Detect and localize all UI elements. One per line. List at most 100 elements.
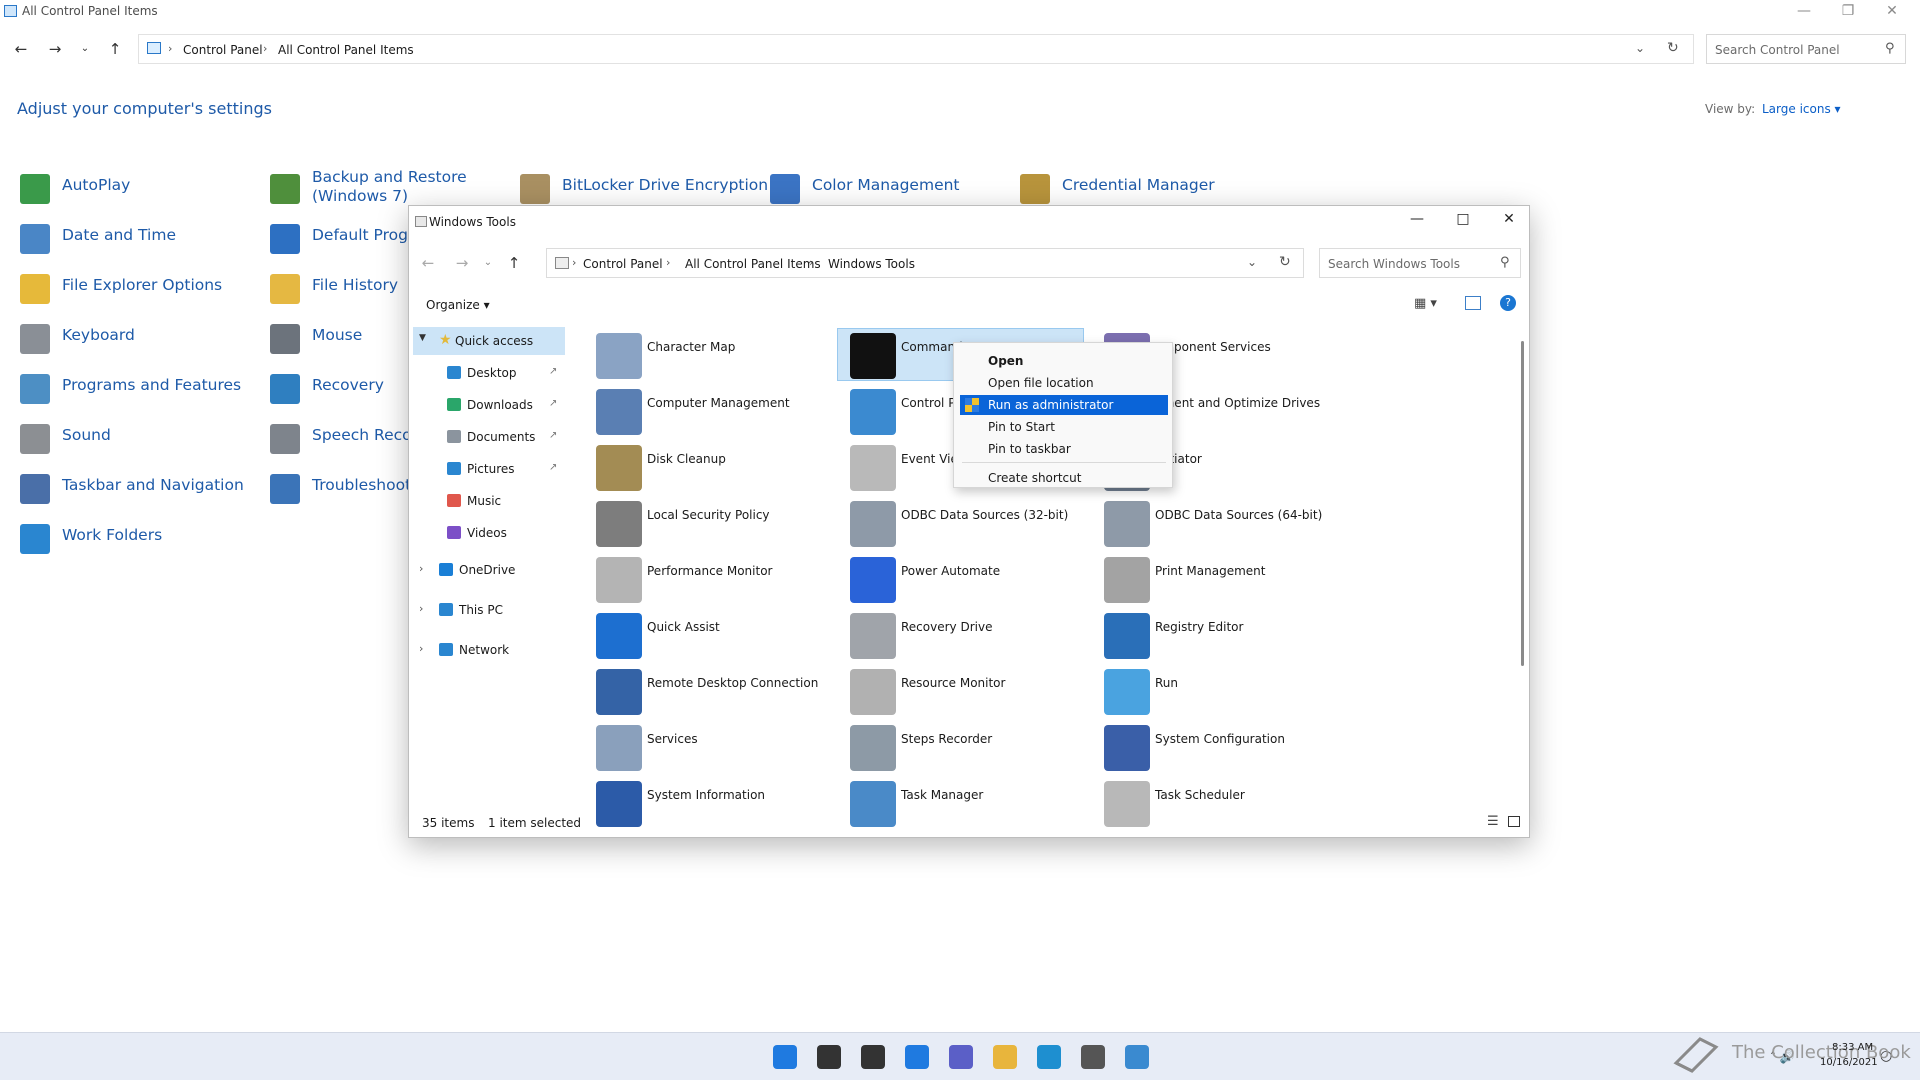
chat-icon[interactable] <box>949 1045 973 1069</box>
nav-item-onedrive[interactable]: › OneDrive <box>409 556 565 584</box>
start-icon[interactable] <box>773 1045 797 1069</box>
back-arrow-icon[interactable]: ← <box>413 248 443 278</box>
music-icon <box>447 494 461 507</box>
refresh-icon[interactable]: ↻ <box>1279 254 1291 270</box>
tool-item[interactable]: Registry Editor <box>1102 610 1352 662</box>
security-policy-icon <box>596 501 642 547</box>
tool-item[interactable]: Performance Monitor <box>594 554 844 606</box>
nav-item-pictures[interactable]: Pictures ↗ <box>409 455 565 483</box>
recent-locations-chevron-icon[interactable]: ⌄ <box>70 34 100 64</box>
widgets-icon[interactable] <box>905 1045 929 1069</box>
nav-item-documents[interactable]: Documents ↗ <box>409 423 565 451</box>
tool-item[interactable]: Print Management <box>1102 554 1352 606</box>
task-view-icon[interactable] <box>861 1045 885 1069</box>
view-by-dropdown[interactable]: Large icons ▾ <box>1762 102 1841 116</box>
tool-item[interactable]: ODBC Data Sources (32-bit) <box>848 498 1098 550</box>
menu-item-run-as-administrator[interactable]: Run as administrator <box>960 395 1168 415</box>
store-icon[interactable] <box>1081 1045 1105 1069</box>
file-explorer-icon[interactable] <box>993 1045 1017 1069</box>
search-icon[interactable]: ⚲ <box>1885 41 1895 56</box>
minimize-button[interactable]: — <box>1397 208 1437 232</box>
tool-label: ODBC Data Sources (64-bit) <box>1155 508 1323 522</box>
vertical-scrollbar[interactable] <box>1521 341 1524 666</box>
search-icon[interactable] <box>817 1045 841 1069</box>
forward-arrow-icon[interactable]: → <box>40 34 70 64</box>
help-icon[interactable]: ? <box>1500 295 1516 311</box>
tool-item[interactable]: Quick Assist <box>594 610 844 662</box>
breadcrumb-control-panel[interactable]: Control Panel <box>183 43 263 57</box>
search-control-panel-input[interactable]: Search Control Panel ⚲ <box>1706 34 1906 64</box>
menu-item-pin-to-taskbar[interactable]: Pin to taskbar <box>960 439 1168 459</box>
nav-item-this-pc[interactable]: › This PC <box>409 596 565 624</box>
control-panel-item-label: File Explorer Options <box>62 276 223 294</box>
tool-item[interactable]: Run <box>1102 666 1352 718</box>
close-button[interactable]: ✕ <box>1489 208 1529 232</box>
color-management-icon <box>770 174 800 204</box>
breadcrumb-windows-tools[interactable]: Windows Tools <box>828 257 915 271</box>
tool-item[interactable]: System Configuration <box>1102 722 1352 774</box>
tool-item[interactable]: Services <box>594 722 844 774</box>
tool-label: System Information <box>647 788 766 802</box>
command-prompt-icon <box>850 333 896 379</box>
tool-item[interactable]: Remote Desktop Connection <box>594 666 844 718</box>
menu-item-open[interactable]: Open <box>960 351 1168 371</box>
menu-item-open-file-location[interactable]: Open file location <box>960 373 1168 393</box>
tool-item[interactable]: Character Map <box>594 330 844 382</box>
up-arrow-icon[interactable]: ↑ <box>100 34 130 64</box>
control-panel-item-label: Speech Recog <box>312 426 422 444</box>
nav-label: Videos <box>467 526 507 540</box>
maximize-button[interactable]: □ <box>1443 208 1483 232</box>
menu-item-create-shortcut[interactable]: Create shortcut <box>960 468 1168 488</box>
breadcrumb-control-panel[interactable]: Control Panel <box>583 257 663 271</box>
folder-options-icon <box>20 274 50 304</box>
tool-item[interactable]: Disk Cleanup <box>594 442 844 494</box>
restore-button[interactable]: ❐ <box>1828 0 1868 24</box>
documents-icon <box>447 430 461 443</box>
address-bar[interactable]: › Control Panel › All Control Panel Item… <box>138 34 1694 64</box>
expand-chevron-icon[interactable]: › <box>419 562 423 575</box>
quick-assist-icon <box>596 613 642 659</box>
search-icon[interactable]: ⚲ <box>1500 255 1510 270</box>
details-view-icon[interactable]: ☰ <box>1487 814 1499 829</box>
tool-item[interactable]: Resource Monitor <box>848 666 1098 718</box>
organize-menu-button[interactable]: Organize ▾ <box>426 298 490 312</box>
navigation-pane: ▼ ★ Quick access Desktop ↗ Downloads ↗ Docum… <box>409 324 569 804</box>
back-arrow-icon[interactable]: ← <box>6 34 36 64</box>
nav-item-desktop[interactable]: Desktop ↗ <box>409 359 565 387</box>
nav-quick-access[interactable]: ▼ ★ Quick access <box>413 327 565 355</box>
tool-item[interactable]: Steps Recorder <box>848 722 1098 774</box>
refresh-icon[interactable]: ↻ <box>1667 40 1679 56</box>
nav-item-downloads[interactable]: Downloads ↗ <box>409 391 565 419</box>
view-options-icon[interactable]: ▦ ▾ <box>1414 296 1437 311</box>
tool-item[interactable]: Local Security Policy <box>594 498 844 550</box>
nav-item-music[interactable]: Music <box>409 487 565 515</box>
large-icons-view-icon[interactable] <box>1508 816 1520 827</box>
nav-item-network[interactable]: › Network <box>409 636 565 664</box>
expand-chevron-icon[interactable]: ▼ <box>419 333 426 343</box>
tool-item[interactable]: ODBC Data Sources (64-bit) <box>1102 498 1352 550</box>
tool-label: System Configuration <box>1155 732 1285 746</box>
programs-icon <box>20 374 50 404</box>
clock-date[interactable]: 10/16/2021 <box>1820 1057 1878 1068</box>
address-history-chevron-icon[interactable]: ⌄ <box>1247 255 1257 269</box>
menu-item-pin-to-start[interactable]: Pin to Start <box>960 417 1168 437</box>
expand-chevron-icon[interactable]: › <box>419 642 423 655</box>
up-arrow-icon[interactable]: ↑ <box>499 248 529 278</box>
status-bar: 35 items 1 item selected ☰ <box>409 808 1529 837</box>
address-history-chevron-icon[interactable]: ⌄ <box>1635 41 1645 55</box>
expand-chevron-icon[interactable]: › <box>419 602 423 615</box>
control-panel-icon[interactable] <box>1125 1045 1149 1069</box>
nav-item-videos[interactable]: Videos <box>409 519 565 547</box>
close-button[interactable]: ✕ <box>1872 0 1912 24</box>
minimize-button[interactable]: — <box>1784 0 1824 24</box>
preview-pane-icon[interactable] <box>1465 296 1481 310</box>
breadcrumb-all-items[interactable]: All Control Panel Items <box>278 43 414 57</box>
tool-item[interactable]: Power Automate <box>848 554 1098 606</box>
edge-icon[interactable] <box>1037 1045 1061 1069</box>
search-windows-tools-input[interactable]: Search Windows Tools ⚲ <box>1319 248 1521 278</box>
clock-time[interactable]: 8:33 AM <box>1832 1042 1873 1053</box>
tool-item[interactable]: Recovery Drive <box>848 610 1098 662</box>
address-bar[interactable]: › Control Panel › All Control Panel Item… <box>546 248 1304 278</box>
breadcrumb-all-items[interactable]: All Control Panel Items <box>685 257 821 271</box>
tool-item[interactable]: Computer Management <box>594 386 844 438</box>
